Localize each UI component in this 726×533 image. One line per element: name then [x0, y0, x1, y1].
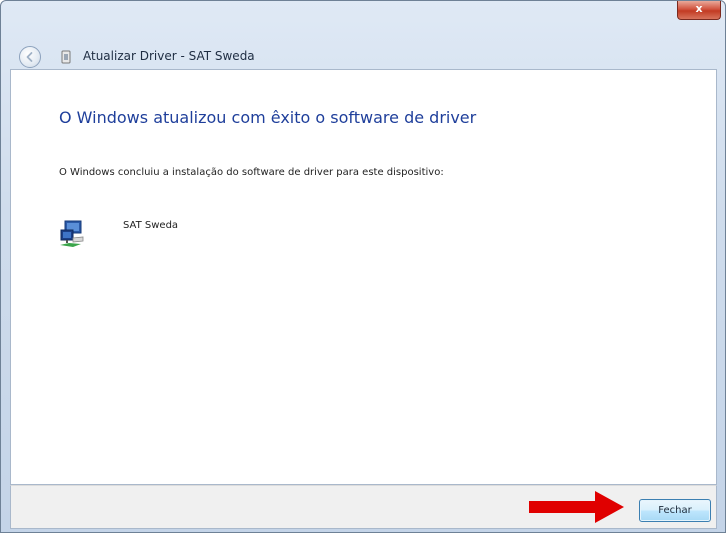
window-title: Atualizar Driver - SAT Sweda: [83, 49, 255, 63]
back-button[interactable]: [19, 46, 41, 68]
close-icon: x: [695, 2, 703, 15]
description-text: O Windows concluiu a instalação do softw…: [59, 167, 444, 178]
device-name: SAT Sweda: [123, 220, 179, 231]
red-arrow-icon: [529, 491, 624, 523]
content-panel: O Windows atualizou com êxito o software…: [10, 69, 717, 485]
network-device-icon: [60, 220, 84, 247]
window-close-button[interactable]: x: [677, 1, 721, 20]
dialog-window: x Atualizar Driver - SAT Sweda O Windows…: [0, 0, 726, 533]
driver-icon: [61, 50, 71, 64]
title-bar: Atualizar Driver - SAT Sweda: [1, 37, 725, 69]
fechar-button[interactable]: Fechar: [639, 499, 711, 522]
back-arrow-icon: [26, 52, 33, 62]
footer-bar: Fechar: [10, 485, 717, 529]
page-heading: O Windows atualizou com êxito o software…: [59, 108, 477, 127]
